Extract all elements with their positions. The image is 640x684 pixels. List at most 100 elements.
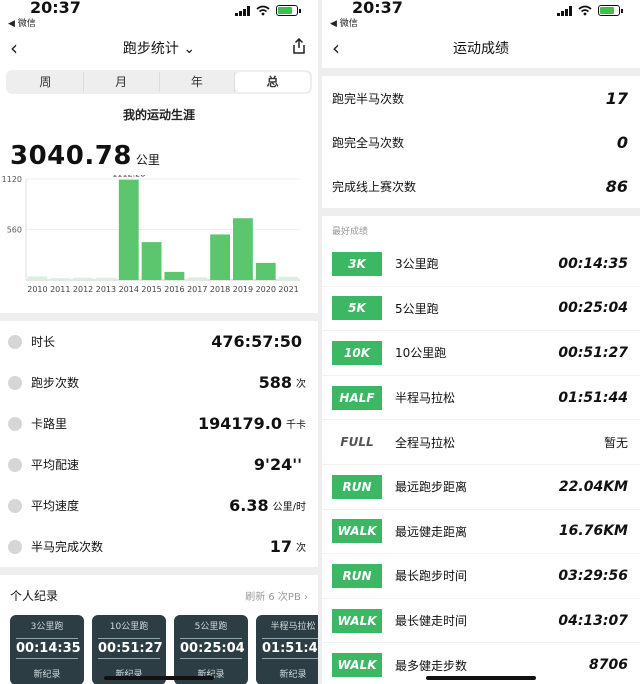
best-result-row[interactable]: WALK 最远健走距离 16.76KM (322, 510, 640, 555)
x-tick-label: 2014 (119, 285, 139, 294)
bar-2016 (164, 271, 185, 280)
result-value: 16.76KM (558, 523, 628, 540)
count-label: 跑完半马次数 (332, 91, 405, 106)
divider (0, 313, 318, 321)
result-value: 22.04KM (558, 478, 628, 495)
record-badge-3k[interactable]: 3公里跑 00:14:35 新纪录 (10, 615, 84, 684)
bar-2010 (27, 276, 48, 280)
back-chevron-icon[interactable]: ‹ (10, 36, 18, 60)
stat-label: 平均速度 (31, 499, 80, 513)
x-tick-label: 2015 (141, 285, 161, 294)
x-tick-label: 2018 (210, 285, 230, 294)
badge-label: 10公里跑 (109, 622, 149, 632)
count-value: 86 (605, 176, 628, 196)
best-result-row[interactable]: WALK 最长健走时间 04:13:07 (322, 599, 640, 644)
stat-unit: 千卡 (286, 420, 306, 431)
total-distance-unit: 公里 (135, 153, 160, 167)
home-indicator[interactable] (104, 676, 214, 680)
count-online-races: 完成线上赛次数 86 (322, 164, 640, 208)
badge-time: 00:51:27 (98, 638, 163, 659)
stat-label: 卡路里 (31, 417, 68, 431)
share-icon[interactable] (292, 38, 306, 54)
section-title: 我的运动生涯 (122, 108, 195, 122)
divider (0, 567, 318, 575)
count-full-marathon: 跑完全马次数 0 (322, 120, 640, 164)
result-label: 最远跑步距离 (395, 480, 468, 495)
x-tick-label: 2020 (256, 285, 276, 294)
page-title[interactable]: 跑步统计 ⌄ (123, 38, 195, 58)
result-value: 01:51:44 (558, 389, 628, 406)
status-time: 20:37 (352, 0, 403, 17)
result-value: 04:13:07 (558, 612, 628, 629)
bar-2012 (73, 277, 93, 280)
home-indicator[interactable] (426, 676, 536, 680)
badge-time: 00:14:35 (16, 638, 81, 659)
stat-avg-pace: 平均配速 9'24'' (0, 444, 318, 485)
count-half-marathon: 跑完半马次数 17 (322, 76, 640, 120)
stat-label: 时长 (31, 335, 56, 349)
best-result-row[interactable]: 5K 5公里跑 00:25:04 (322, 287, 640, 332)
badge-label: 5公里跑 (194, 622, 228, 632)
x-tick-label: 2012 (73, 285, 93, 294)
result-tag: 5K (332, 296, 382, 321)
stat-value: 194179.0 (197, 414, 282, 433)
best-result-row[interactable]: RUN 最长跑步时间 03:29:56 (322, 554, 640, 599)
tab-month[interactable]: 月 (84, 72, 160, 92)
signal-icon (557, 5, 572, 16)
stat-unit: 次 (296, 379, 306, 390)
result-label: 最多健走步数 (395, 658, 468, 673)
x-tick-label: 2017 (187, 285, 207, 294)
record-badge-10k[interactable]: 10公里跑 00:51:27 新纪录 (92, 615, 166, 684)
bar-2011 (50, 278, 71, 280)
stat-label: 半马完成次数 (31, 540, 104, 554)
tab-week[interactable]: 周 (8, 72, 84, 92)
period-segmented-control: 周 月 年 总 (6, 70, 312, 94)
result-tag: 10K (332, 340, 382, 365)
stat-avg-speed: 平均速度 6.38 公里/时 (0, 485, 318, 526)
y-tick-label: 560 (7, 226, 22, 235)
stat-value: 476:57:50 (211, 332, 302, 351)
y-tick-label: 1120 (2, 175, 22, 184)
best-result-row[interactable]: 3K 3公里跑 00:14:35 (322, 242, 640, 287)
stat-label: 平均配速 (31, 458, 80, 472)
record-badge-5k[interactable]: 5公里跑 00:25:04 新纪录 (174, 615, 248, 684)
result-tag: HALF (332, 385, 382, 410)
best-results-list: 3K 3公里跑 00:14:35 5K 5公里跑 00:25:04 10K 10公里跑 00:5… (322, 242, 640, 684)
result-label: 5公里跑 (395, 301, 439, 316)
back-chevron-icon[interactable]: ‹ (332, 36, 340, 60)
result-tag: RUN (332, 563, 382, 588)
yearly-distance-chart: 5601120201020112012201320141112.28201520… (2, 175, 300, 294)
status-icons (557, 5, 623, 16)
tab-total[interactable]: 总 (235, 72, 310, 92)
badge-time: 00:25:04 (180, 638, 245, 659)
count-label: 完成线上赛次数 (332, 179, 417, 194)
wifi-icon (256, 5, 270, 16)
speed-icon (8, 498, 22, 513)
nav-bar: ‹ 运动成绩 (322, 28, 640, 68)
stat-run-count: 跑步次数 588 次 (0, 362, 318, 403)
tab-year[interactable]: 年 (160, 72, 236, 92)
status-time: 20:37 (30, 0, 81, 17)
bar-2013 (96, 277, 116, 280)
refresh-pb-link[interactable]: 刷新 6 次PB › (245, 588, 308, 603)
record-badge-half[interactable]: 半程马拉松 01:51:44 新纪录 (256, 615, 318, 684)
stats-list: 时长 476:57:50 跑步次数 588 次 卡路里 194179.0 千卡 … (0, 321, 318, 567)
best-result-row[interactable]: HALF 半程马拉松 01:51:44 (322, 376, 640, 421)
bar-2018 (210, 234, 230, 280)
divider (322, 208, 640, 216)
stat-unit: 次 (296, 543, 306, 554)
best-result-row[interactable]: 10K 10公里跑 00:51:27 (322, 331, 640, 376)
x-tick-label: 2021 (278, 285, 298, 294)
stat-value: 17 (269, 537, 292, 556)
best-result-row[interactable]: RUN 最远跑步距离 22.04KM (322, 465, 640, 510)
bar-2019 (233, 218, 253, 280)
result-tag: 3K (332, 251, 382, 276)
best-result-row[interactable]: FULL 全程马拉松 暂无 (322, 420, 640, 465)
badge-label: 半程马拉松 (270, 622, 316, 632)
count-label: 跑完全马次数 (332, 135, 405, 150)
wifi-icon (578, 5, 592, 16)
stat-value: 588 (258, 373, 292, 392)
stat-unit: 公里/时 (272, 502, 306, 513)
signal-icon (235, 5, 250, 16)
count-value: 0 (616, 132, 628, 152)
